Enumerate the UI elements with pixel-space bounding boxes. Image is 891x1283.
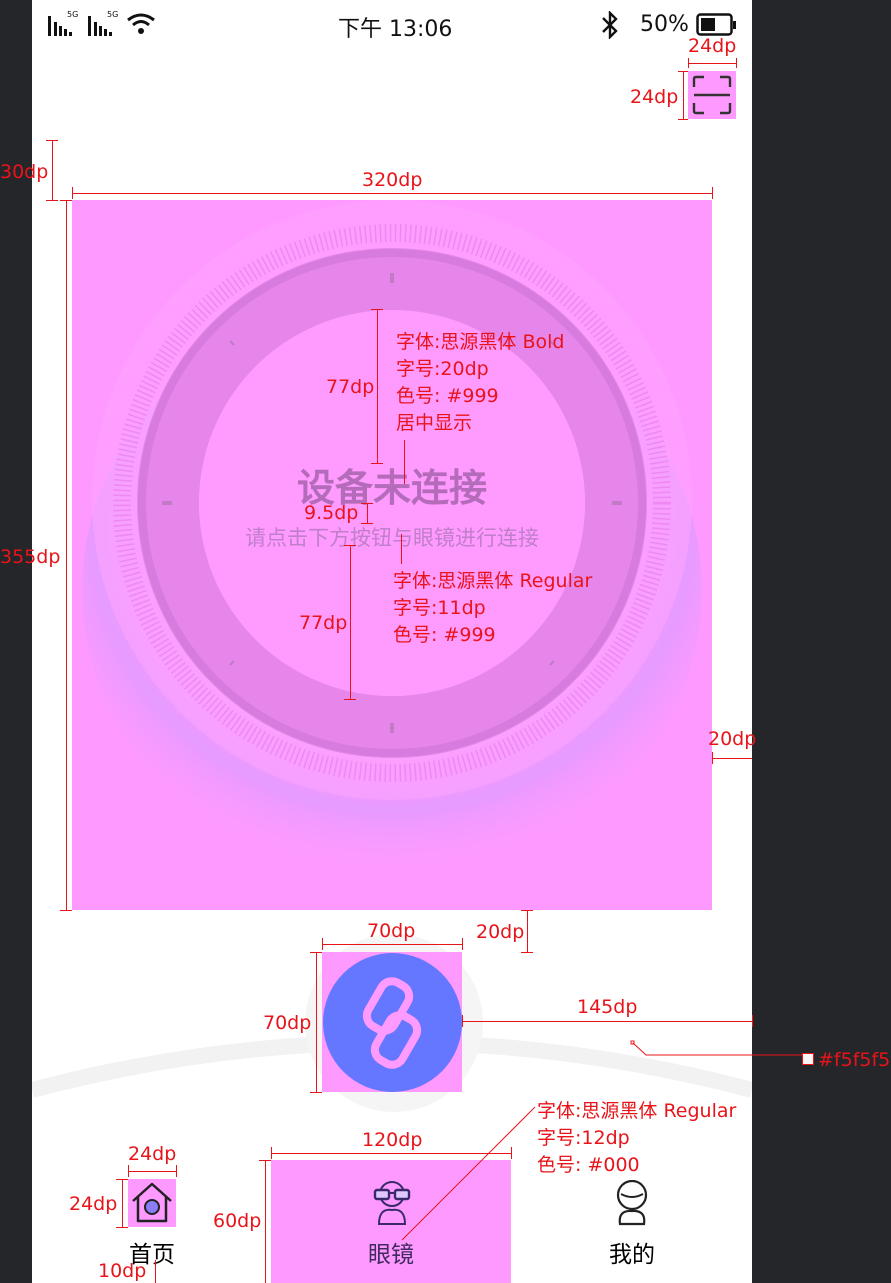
ann-title-top: 77dp bbox=[326, 376, 375, 398]
ann-title-align: 居中显示 bbox=[396, 412, 473, 434]
ann-panel-width: 320dp bbox=[362, 169, 423, 191]
ann-home-width: 24dp bbox=[128, 1143, 177, 1165]
ann-nav-leader bbox=[401, 1106, 536, 1241]
ann-top-margin: 30dp bbox=[0, 161, 49, 183]
ann-sub-size: 字号:11dp bbox=[393, 597, 486, 619]
ann-title-gap: 9.5dp bbox=[304, 502, 359, 524]
ann-sub-font: 字体:思源黑体 Regular bbox=[393, 570, 593, 592]
ann-tab-height: 60dp bbox=[213, 1210, 262, 1232]
ann-title-font: 字体:思源黑体 Bold bbox=[396, 331, 565, 353]
ann-scan-height: 24dp bbox=[630, 86, 679, 108]
ann-side-margin: 20dp bbox=[708, 728, 757, 750]
ann-nav-font: 字体:思源黑体 Regular bbox=[537, 1100, 737, 1122]
ann-button-width: 70dp bbox=[367, 920, 416, 942]
ann-button-height: 70dp bbox=[263, 1012, 312, 1034]
ann-nav-color: 色号: #000 bbox=[537, 1154, 640, 1176]
ann-title-size: 字号:20dp bbox=[396, 358, 489, 380]
ann-home-height: 24dp bbox=[69, 1193, 118, 1215]
ann-sub-bottom: 77dp bbox=[299, 612, 348, 634]
ann-nav-size: 字号:12dp bbox=[537, 1127, 630, 1149]
ann-title-color: 色号: #999 bbox=[396, 385, 499, 407]
ann-sub-color: 色号: #999 bbox=[393, 624, 496, 646]
spec-annotations: 24dp 24dp 30dp 320dp 355dp 77dp 字体:思源黑体 … bbox=[0, 0, 891, 1283]
ann-arc-right: 145dp bbox=[577, 996, 638, 1018]
ann-panel-height: 355dp bbox=[0, 546, 61, 568]
ann-label-gap: 10dp bbox=[98, 1260, 147, 1282]
ann-arc-leader bbox=[630, 1040, 802, 1056]
ann-tab-width: 120dp bbox=[362, 1129, 423, 1151]
ann-scan-width: 24dp bbox=[688, 35, 737, 57]
ann-arc-swatch bbox=[802, 1053, 814, 1065]
ann-gap-bottom: 20dp bbox=[476, 921, 525, 943]
ann-arc-color: #f5f5f5 bbox=[818, 1049, 891, 1071]
